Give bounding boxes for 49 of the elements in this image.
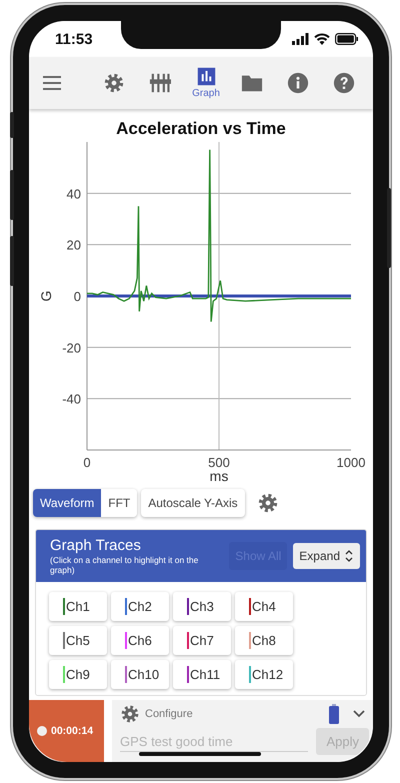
channel-button[interactable]: Ch2 bbox=[111, 592, 169, 621]
tick-label: 0 bbox=[83, 455, 91, 470]
sliders-icon bbox=[149, 72, 171, 94]
tick-label: 0 bbox=[74, 289, 81, 304]
channel-button[interactable]: Ch10 bbox=[111, 660, 169, 689]
channel-button[interactable]: Ch8 bbox=[235, 626, 293, 655]
battery-icon bbox=[329, 704, 339, 724]
settings-icon bbox=[103, 72, 125, 94]
battery-icon bbox=[335, 33, 359, 45]
view-tab[interactable]: Waveform bbox=[33, 489, 102, 517]
tick-label: 40 bbox=[66, 186, 81, 202]
channel-button[interactable]: Ch4 bbox=[235, 592, 293, 621]
note-field[interactable]: GPS test good time bbox=[120, 732, 308, 752]
settings-icon bbox=[256, 492, 279, 514]
expand-button[interactable]: Expand bbox=[293, 542, 360, 569]
channel-button[interactable]: Ch7 bbox=[173, 626, 231, 655]
tick-label: -20 bbox=[62, 340, 81, 356]
tick-label: 500 bbox=[208, 455, 230, 470]
view-tab[interactable]: FFT bbox=[101, 489, 138, 517]
channel-button[interactable]: Ch9 bbox=[49, 660, 107, 689]
tick-label: 20 bbox=[66, 238, 81, 253]
sort-icon bbox=[344, 548, 354, 563]
bar-chart-icon bbox=[196, 67, 216, 86]
tick-label: -40 bbox=[62, 392, 81, 407]
channel-button[interactable]: Ch5 bbox=[49, 626, 107, 655]
autoscale-button[interactable]: Autoscale Y-Axis bbox=[141, 489, 245, 517]
chevron-down-icon[interactable] bbox=[353, 710, 365, 718]
axis-title: ms bbox=[210, 468, 228, 484]
channel-button[interactable]: Ch3 bbox=[173, 592, 231, 621]
axis-title: G bbox=[38, 290, 54, 302]
channel-button[interactable]: Ch11 bbox=[173, 660, 231, 689]
wifi-icon bbox=[314, 33, 330, 45]
chart-title: Acceleration vs Time bbox=[116, 119, 286, 139]
menu-icon bbox=[43, 76, 61, 90]
channel-button[interactable]: Ch12 bbox=[235, 660, 293, 689]
hint-text: (Click on a channel to highlight it on the graph) bbox=[50, 555, 200, 576]
settings-icon bbox=[120, 704, 140, 724]
signal-icon bbox=[292, 33, 309, 45]
record-button[interactable]: 00:00:14 bbox=[29, 700, 104, 762]
nav-tab[interactable]: Graph bbox=[183, 67, 229, 99]
panel-title: Graph Traces bbox=[50, 537, 141, 554]
help-icon bbox=[333, 72, 355, 94]
record-dot-icon bbox=[37, 726, 47, 736]
info-icon bbox=[287, 72, 309, 94]
channel-button[interactable]: Ch6 bbox=[111, 626, 169, 655]
tick-label: 1000 bbox=[336, 455, 366, 470]
channel-button[interactable]: Ch1 bbox=[49, 592, 107, 621]
configure-button[interactable]: Configure bbox=[120, 704, 321, 724]
status-time: 11:53 bbox=[55, 30, 93, 48]
